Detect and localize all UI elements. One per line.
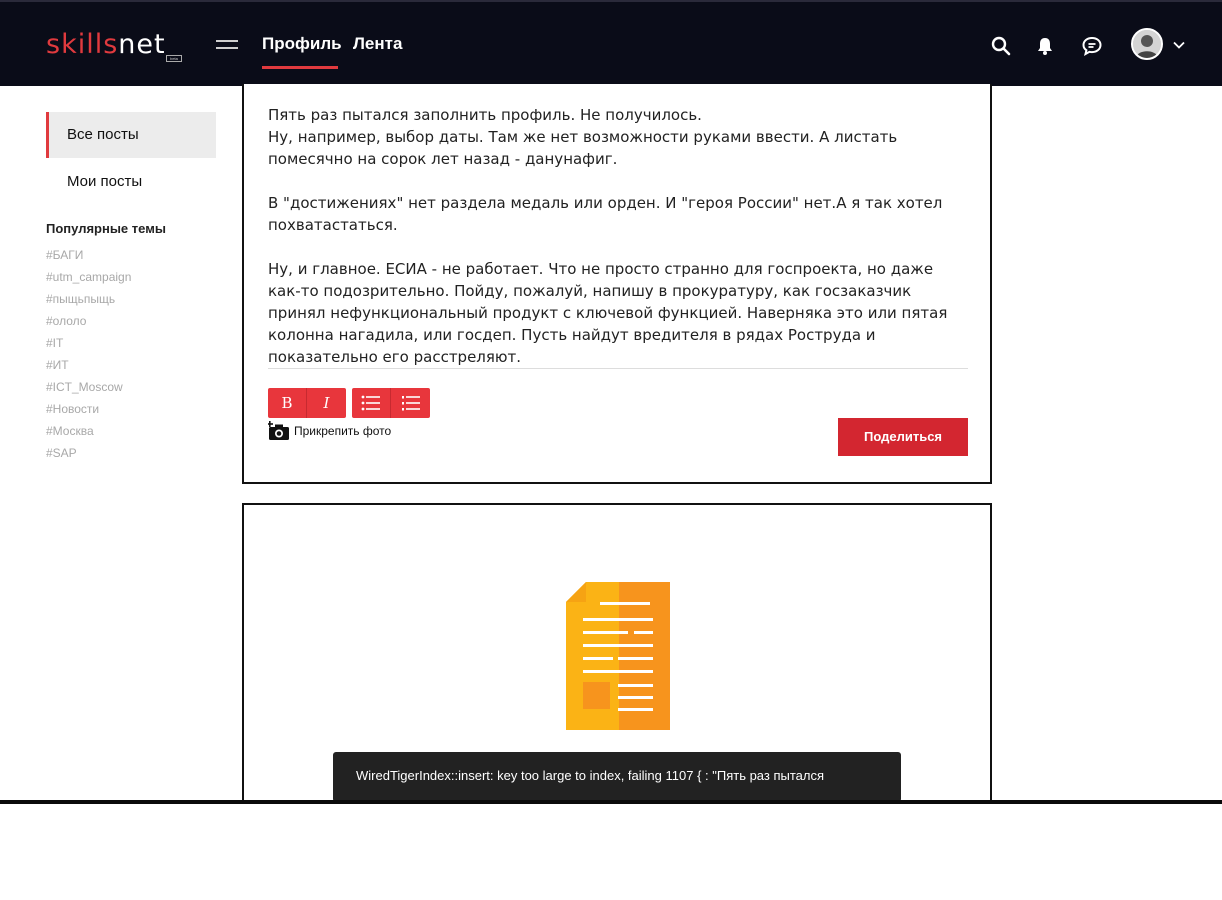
sidebar: Все посты Мои посты Популярные темы #БАГ… (46, 112, 216, 464)
bold-button[interactable]: B (268, 388, 307, 418)
attach-photo-label: Прикрепить фото (294, 424, 392, 438)
tag-link[interactable]: #ололо (46, 310, 216, 332)
tag-link[interactable]: #ИТ (46, 354, 216, 376)
search-icon[interactable] (990, 35, 1012, 57)
chat-icon[interactable] (1081, 35, 1103, 57)
avatar-image (1133, 30, 1161, 58)
tag-link[interactable]: #пыщьпыщь (46, 288, 216, 310)
list-group (352, 388, 430, 418)
editor-line: Пять раз пытался заполнить профиль. Не п… (268, 106, 702, 124)
numbered-list-button[interactable] (391, 388, 430, 418)
italic-button[interactable]: I (307, 388, 346, 418)
numbered-list-icon (401, 396, 420, 411)
hamburger-menu-icon[interactable] (216, 40, 238, 52)
share-button[interactable]: Поделиться (838, 418, 968, 456)
tag-link[interactable]: #ICT_Moscow (46, 376, 216, 398)
post-text-editor[interactable]: Пять раз пытался заполнить профиль. Не п… (268, 104, 970, 368)
editor-line: Ну, например, выбор даты. Там же нет воз… (268, 128, 898, 168)
top-navbar: skillsnet beta Профиль Лента (0, 0, 1222, 86)
editor-line: Ну, и главное. ЕСИА - не работает. Что н… (268, 260, 948, 366)
sidebar-item-all-posts[interactable]: Все посты (46, 112, 216, 158)
text-style-group: B I (268, 388, 346, 418)
document-illustration-icon (566, 582, 670, 730)
post-editor-card: Пять раз пытался заполнить профиль. Не п… (242, 84, 992, 484)
beta-badge: beta (166, 55, 182, 62)
active-tab-indicator (262, 66, 338, 69)
chevron-down-icon[interactable] (1172, 38, 1186, 52)
sidebar-item-my-posts[interactable]: Мои посты (46, 159, 216, 205)
tab-feed[interactable]: Лента (353, 34, 402, 54)
tag-link[interactable]: #SAP (46, 442, 216, 464)
tag-link[interactable]: #utm_campaign (46, 266, 216, 288)
tag-link[interactable]: #IT (46, 332, 216, 354)
avatar[interactable] (1131, 28, 1163, 60)
logo-text: skillsnet (46, 29, 166, 60)
editor-line: В "достижениях" нет раздела медаль или о… (268, 194, 943, 234)
error-toast: WiredTigerIndex::insert: key too large t… (333, 752, 901, 802)
tag-link[interactable]: #Новости (46, 398, 216, 420)
popular-topics-heading: Популярные темы (46, 221, 166, 236)
tag-list: #БАГИ #utm_campaign #пыщьпыщь #ололо #IT… (46, 244, 216, 464)
tag-link[interactable]: #БАГИ (46, 244, 216, 266)
tag-link[interactable]: #Москва (46, 420, 216, 442)
bell-icon[interactable] (1034, 35, 1056, 57)
attach-photo-button[interactable]: Прикрепить фото (268, 421, 391, 441)
bulleted-list-icon (361, 395, 380, 411)
blank-area (0, 804, 1222, 900)
editor-divider (268, 368, 968, 369)
logo[interactable]: skillsnet beta (46, 29, 182, 64)
camera-add-icon (268, 421, 289, 440)
tab-profile[interactable]: Профиль (262, 34, 342, 54)
bulleted-list-button[interactable] (352, 388, 391, 418)
